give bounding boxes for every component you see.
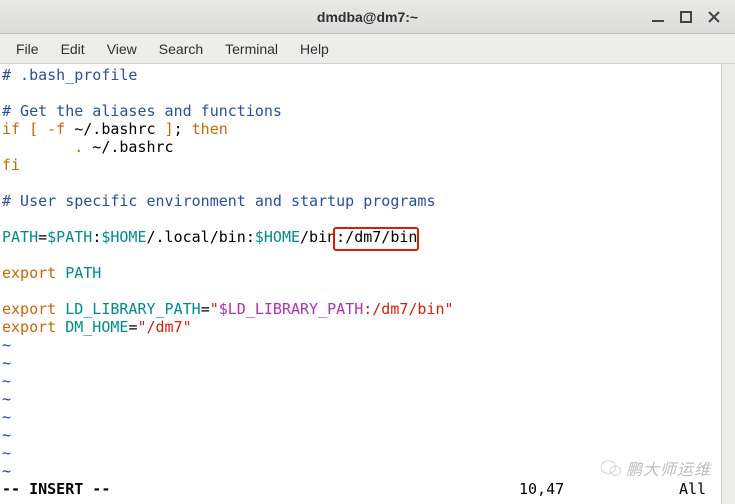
dot: . xyxy=(74,138,83,156)
menubar: File Edit View Search Terminal Help xyxy=(0,34,735,64)
path: /bin xyxy=(300,228,336,246)
menu-file[interactable]: File xyxy=(6,37,49,61)
var: $LD_LIBRARY_PATH xyxy=(219,300,364,318)
eq: = xyxy=(201,300,210,318)
minimize-icon[interactable] xyxy=(651,10,665,24)
scrollbar[interactable] xyxy=(721,64,735,504)
semi: ; xyxy=(174,120,183,138)
terminal-content[interactable]: # .bash_profile # Get the aliases and fu… xyxy=(0,64,721,504)
empty-line-tilde: ~ xyxy=(2,462,11,480)
string: /dm7 xyxy=(147,318,183,336)
empty-line-tilde: ~ xyxy=(2,390,11,408)
quote: " xyxy=(210,300,219,318)
menu-edit[interactable]: Edit xyxy=(51,37,95,61)
vim-cursor-position: 10,47 xyxy=(519,480,679,498)
path: /.local/bin: xyxy=(147,228,255,246)
terminal-area[interactable]: # .bash_profile # Get the aliases and fu… xyxy=(0,64,735,504)
empty-line-tilde: ~ xyxy=(2,444,11,462)
path: ~/.bashrc xyxy=(83,138,173,156)
menu-terminal[interactable]: Terminal xyxy=(215,37,288,61)
colon: : xyxy=(92,228,101,246)
vim-scroll-position: All xyxy=(679,480,719,498)
var-path: PATH xyxy=(2,228,38,246)
highlighted-path: :/dm7/bin xyxy=(336,228,417,246)
flag: -f xyxy=(47,120,65,138)
window-title: dmdba@dm7:~ xyxy=(317,9,418,25)
kw-export: export xyxy=(2,300,56,318)
quote: " xyxy=(445,300,454,318)
quote: " xyxy=(183,318,192,336)
menu-view[interactable]: View xyxy=(97,37,147,61)
vim-status-line: -- INSERT -- 10,47All xyxy=(2,480,719,498)
var-path: PATH xyxy=(65,264,101,282)
quote: " xyxy=(137,318,146,336)
kw-export: export xyxy=(2,318,56,336)
bracket: ] xyxy=(165,120,174,138)
string: :/dm7/bin xyxy=(363,300,444,318)
titlebar: dmdba@dm7:~ xyxy=(0,0,735,34)
terminal-window: dmdba@dm7:~ File Edit View Search Termin… xyxy=(0,0,735,504)
empty-line-tilde: ~ xyxy=(2,336,11,354)
eq: = xyxy=(38,228,47,246)
bracket: [ xyxy=(29,120,38,138)
close-icon[interactable] xyxy=(707,10,721,24)
maximize-icon[interactable] xyxy=(679,10,693,24)
var: $PATH xyxy=(47,228,92,246)
vim-mode: -- INSERT -- xyxy=(2,480,110,498)
comment-line: # .bash_profile xyxy=(2,66,137,84)
var: $HOME xyxy=(101,228,146,246)
var: LD_LIBRARY_PATH xyxy=(65,300,200,318)
empty-line-tilde: ~ xyxy=(2,408,11,426)
empty-line-tilde: ~ xyxy=(2,426,11,444)
menu-search[interactable]: Search xyxy=(149,37,213,61)
empty-line-tilde: ~ xyxy=(2,372,11,390)
empty-line-tilde: ~ xyxy=(2,354,11,372)
kw-then: then xyxy=(192,120,228,138)
kw-if: if xyxy=(2,120,20,138)
menu-help[interactable]: Help xyxy=(290,37,339,61)
comment-line: # User specific environment and startup … xyxy=(2,192,435,210)
comment-line: # Get the aliases and functions xyxy=(2,102,282,120)
kw-fi: fi xyxy=(2,156,20,174)
var: DM_HOME xyxy=(65,318,128,336)
kw-export: export xyxy=(2,264,56,282)
window-controls xyxy=(651,0,729,34)
var: $HOME xyxy=(255,228,300,246)
path: ~/.bashrc xyxy=(65,120,164,138)
